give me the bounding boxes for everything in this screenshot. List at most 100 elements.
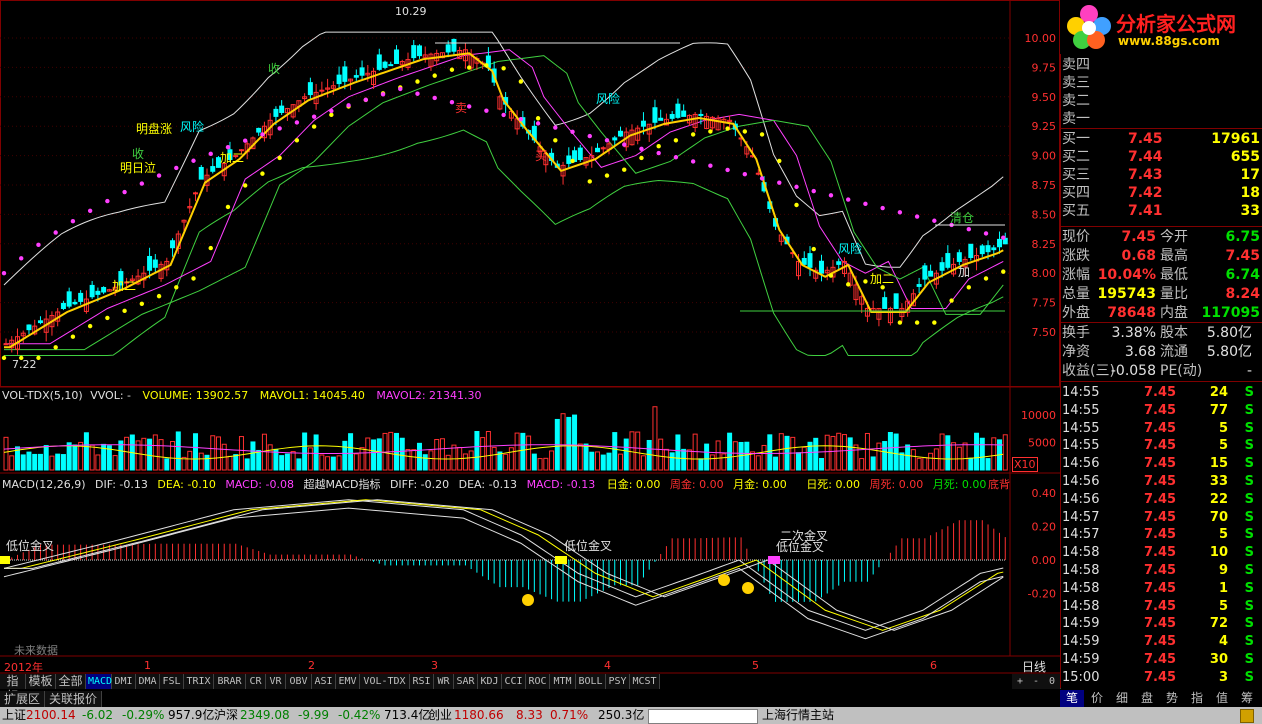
buy-level[interactable]: 买五 7.41 33 <box>1062 202 1260 220</box>
candle-body <box>669 114 675 119</box>
side-tab[interactable]: 指 <box>1185 690 1209 707</box>
sell-level[interactable]: 卖三 <box>1062 74 1260 92</box>
tab-obv[interactable]: OBV <box>286 674 312 689</box>
resistance-dot <box>139 181 145 186</box>
quote-value: 6.74 <box>1225 267 1260 283</box>
tab-macd[interactable]: MACD <box>86 674 112 689</box>
divider <box>1060 226 1262 227</box>
tab-group-0[interactable]: 指标 <box>0 674 26 703</box>
quote-row: 总量 195743 量比 8.24 <box>1062 285 1260 303</box>
resistance-dot <box>759 176 765 181</box>
tick-volume: 22 <box>1209 491 1228 507</box>
support-dot <box>156 293 162 299</box>
quote-label: 最高 <box>1160 248 1188 264</box>
tick-volume: 15 <box>1209 456 1228 472</box>
volume-bar <box>204 454 210 471</box>
volume-bar <box>704 443 710 471</box>
volume-bar <box>612 432 618 471</box>
tab-related-quotes[interactable]: 关联报价 <box>45 691 102 707</box>
buy-price: 7.41 <box>1128 203 1163 219</box>
tab-mcst[interactable]: MCST <box>630 674 660 689</box>
tick-side: S <box>1244 491 1254 507</box>
tab-kdj[interactable]: KDJ <box>478 674 502 689</box>
tab-emv[interactable]: EMV <box>336 674 360 689</box>
side-tab[interactable]: 筹 <box>1235 690 1259 707</box>
tick-price: 7.45 <box>1144 598 1177 614</box>
price-axis-label: 8.25 <box>1032 238 1057 251</box>
volume-bar <box>445 454 451 471</box>
support-dot <box>1 355 7 361</box>
support-dot <box>828 273 834 278</box>
volume-bar <box>187 450 193 471</box>
tab-sar[interactable]: SAR <box>454 674 478 689</box>
tab-vol-tdx[interactable]: VOL-TDX <box>360 674 410 689</box>
tab-wr[interactable]: WR <box>434 674 454 689</box>
candle-body <box>394 49 400 64</box>
tab-group-1[interactable]: 模板 <box>26 674 56 689</box>
buy-level[interactable]: 买三 7.43 17 <box>1062 166 1260 184</box>
candle-body <box>256 127 262 133</box>
candle-body <box>755 172 761 175</box>
support-dot <box>518 79 524 84</box>
side-tab[interactable]: 细 <box>1110 690 1134 707</box>
tab-fsl[interactable]: FSL <box>160 674 184 689</box>
side-tab[interactable]: 笔 <box>1060 690 1084 707</box>
buy-level[interactable]: 买一 7.45 17961 <box>1062 130 1260 148</box>
resistance-dot <box>53 230 58 235</box>
macd-zhoujin: 周金: 0.00 <box>669 478 724 491</box>
sell-level[interactable]: 卖四 <box>1062 56 1260 74</box>
tab-dmi[interactable]: DMI <box>112 674 136 689</box>
volume-bar <box>698 458 704 471</box>
tab-group-2[interactable]: 全部 <box>56 674 86 689</box>
sell-level[interactable]: 卖二 <box>1062 92 1260 110</box>
support-dot <box>535 116 541 121</box>
resistance-dot <box>156 173 162 178</box>
volume-bar <box>968 457 974 471</box>
lock-icon[interactable] <box>1240 709 1254 723</box>
side-tab[interactable]: 势 <box>1160 690 1184 707</box>
support-dot <box>639 155 644 161</box>
volume-bar <box>864 432 870 471</box>
volume-bar <box>89 444 95 471</box>
zoom-in-button[interactable]: + <box>1012 674 1029 689</box>
support-dot <box>673 138 679 143</box>
resistance-dot <box>673 155 679 160</box>
tab-asi[interactable]: ASI <box>312 674 336 689</box>
support-dot <box>811 246 816 252</box>
site-label[interactable]: 上海行情主站 <box>762 707 834 724</box>
price-axis-label: 7.50 <box>1032 326 1057 339</box>
tab-trix[interactable]: TRIX <box>184 674 214 689</box>
tab-vr[interactable]: VR <box>266 674 286 689</box>
tab-boll[interactable]: BOLL <box>576 674 606 689</box>
volume-bar <box>928 452 934 471</box>
buy-level[interactable]: 买二 7.44 655 <box>1062 148 1260 166</box>
tab-cr[interactable]: CR <box>246 674 266 689</box>
tab-psy[interactable]: PSY <box>606 674 630 689</box>
sz-label: 上证 <box>2 708 27 722</box>
support-dot <box>777 158 782 164</box>
tab-brar[interactable]: BRAR <box>214 674 246 689</box>
chart-annotation: 风险 <box>596 91 620 106</box>
side-tab[interactable]: 盘 <box>1135 690 1159 707</box>
tab-dma[interactable]: DMA <box>136 674 160 689</box>
candle-body <box>681 110 687 117</box>
period-label[interactable]: 日线 <box>1022 658 1046 675</box>
sell-label: 卖一 <box>1062 111 1090 127</box>
tab-roc[interactable]: ROC <box>526 674 550 689</box>
sell-level[interactable]: 卖一 <box>1062 110 1260 128</box>
side-tab[interactable]: 价 <box>1085 690 1109 707</box>
tab-extended-area[interactable]: 扩展区 <box>0 691 45 707</box>
tab-mtm[interactable]: MTM <box>550 674 576 689</box>
quote-label: 涨跌 <box>1062 248 1090 264</box>
tab-rsi[interactable]: RSI <box>410 674 434 689</box>
support-dot <box>329 112 334 118</box>
chart-annotation: 风险 <box>838 241 862 256</box>
side-tab[interactable]: 值 <box>1210 690 1234 707</box>
volume-bar <box>365 437 371 471</box>
buy-level[interactable]: 买四 7.42 18 <box>1062 184 1260 202</box>
tab-cci[interactable]: CCI <box>502 674 526 689</box>
macd-label-2: 低位金叉 <box>564 539 613 553</box>
volume-bar <box>233 454 239 471</box>
reset-button[interactable]: 0 <box>1044 674 1061 689</box>
zoom-out-button[interactable]: - <box>1028 674 1045 689</box>
